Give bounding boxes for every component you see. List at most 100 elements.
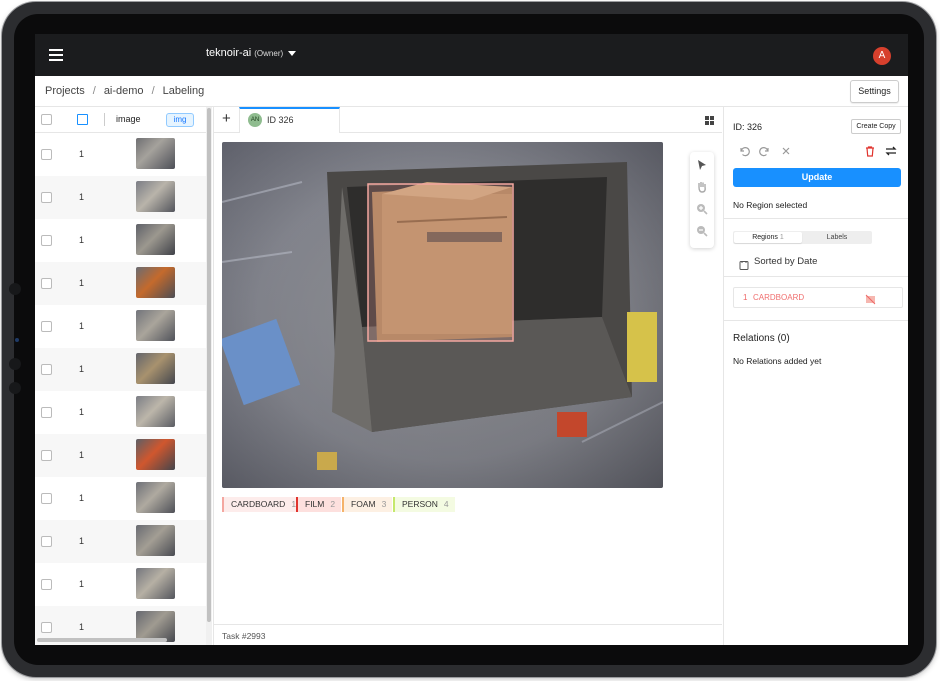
- label-name: CARDBOARD: [231, 499, 286, 509]
- row-checkbox[interactable]: [41, 536, 52, 547]
- row-value: 1: [79, 450, 85, 460]
- row-checkbox[interactable]: [41, 364, 52, 375]
- vertical-scrollbar[interactable]: [206, 107, 212, 645]
- table-row[interactable]: 1: [35, 434, 206, 477]
- table-row[interactable]: 1: [35, 133, 206, 176]
- row-value: 1: [79, 622, 85, 632]
- org-name: teknoir-ai: [206, 47, 252, 59]
- image-toolbar: [690, 152, 714, 248]
- row-thumbnail: [136, 181, 175, 212]
- horizontal-scrollbar-thumb[interactable]: [37, 638, 167, 642]
- update-button[interactable]: Update: [733, 168, 901, 187]
- settings-button[interactable]: Settings: [850, 80, 899, 103]
- device-side-button: [9, 358, 21, 370]
- table-row[interactable]: 1: [35, 219, 206, 262]
- zoom-out-icon[interactable]: [696, 224, 708, 237]
- select-all-checkbox[interactable]: [41, 114, 52, 125]
- label-hotkey: 2: [330, 499, 336, 509]
- tab-regions[interactable]: Regions 1: [734, 232, 802, 243]
- row-value: 1: [79, 579, 85, 589]
- device-side-button: [9, 283, 21, 295]
- row-value: 1: [79, 235, 85, 245]
- vertical-scrollbar-thumb[interactable]: [207, 108, 211, 622]
- row-checkbox[interactable]: [41, 450, 52, 461]
- pan-hand-icon[interactable]: [696, 180, 708, 193]
- undo-icon[interactable]: [738, 144, 750, 157]
- breadcrumb-projects[interactable]: Projects: [45, 85, 85, 97]
- grid-view-icon[interactable]: [705, 116, 714, 125]
- swap-icon[interactable]: [885, 144, 897, 156]
- breadcrumb: Projects / ai-demo / Labeling: [45, 85, 204, 97]
- regions-labels-toggle: Regions 1 Labels: [733, 231, 872, 244]
- row-value: 1: [79, 536, 85, 546]
- hamburger-menu-icon[interactable]: [49, 49, 63, 61]
- row-thumbnail: [136, 568, 175, 599]
- annotation-image[interactable]: [222, 142, 663, 488]
- fullscreen-icon[interactable]: [77, 114, 88, 125]
- column-header-image[interactable]: image: [116, 114, 141, 124]
- table-row[interactable]: 1: [35, 348, 206, 391]
- row-checkbox[interactable]: [41, 579, 52, 590]
- table-row[interactable]: 1: [35, 262, 206, 305]
- task-list-header: image img: [35, 107, 206, 133]
- table-row[interactable]: 1: [35, 563, 206, 606]
- breadcrumb-bar: Projects / ai-demo / Labeling Settings: [35, 76, 908, 107]
- sort-icon[interactable]: [739, 257, 749, 270]
- row-value: 1: [79, 493, 85, 503]
- row-value: 1: [79, 149, 85, 159]
- sort-label[interactable]: Sorted by Date: [754, 256, 817, 267]
- region-visibility-icon[interactable]: [865, 292, 876, 305]
- row-thumbnail: [136, 224, 175, 255]
- region-list-item[interactable]: 1 CARDBOARD: [733, 287, 903, 308]
- divider: [724, 320, 908, 321]
- tab-labels[interactable]: Labels: [803, 232, 871, 243]
- pointer-tool-icon[interactable]: [696, 158, 708, 170]
- region-index: 1: [743, 293, 748, 302]
- row-checkbox[interactable]: [41, 493, 52, 504]
- row-thumbnail: [136, 310, 175, 341]
- row-checkbox[interactable]: [41, 622, 52, 633]
- task-id: Task #2993: [222, 631, 266, 641]
- label-person[interactable]: PERSON 4: [393, 497, 455, 512]
- breadcrumb-project[interactable]: ai-demo: [104, 85, 144, 97]
- row-thumbnail: [136, 482, 175, 513]
- org-selector[interactable]: teknoir-ai (Owner): [206, 47, 297, 59]
- org-role: (Owner): [254, 49, 284, 58]
- side-panel: ID: 326 Create Copy Update No Region sel…: [723, 107, 908, 645]
- create-copy-button[interactable]: Create Copy: [851, 119, 901, 134]
- row-checkbox[interactable]: [41, 235, 52, 246]
- label-film[interactable]: FILM 2: [296, 497, 342, 512]
- table-row[interactable]: 1: [35, 520, 206, 563]
- row-checkbox[interactable]: [41, 149, 52, 160]
- label-cardboard[interactable]: CARDBOARD 1: [222, 497, 303, 512]
- device-camera: [15, 338, 19, 342]
- user-avatar[interactable]: A: [873, 47, 891, 65]
- label-hotkey: 3: [381, 499, 387, 509]
- row-thumbnail: [136, 396, 175, 427]
- tab-regions-count: 1: [779, 234, 784, 241]
- redo-icon[interactable]: [759, 144, 771, 157]
- breadcrumb-current: Labeling: [162, 85, 205, 97]
- tab-annotation[interactable]: AN ID 326: [239, 107, 340, 133]
- row-checkbox[interactable]: [41, 278, 52, 289]
- table-row[interactable]: 1: [35, 305, 206, 348]
- table-row[interactable]: 1: [35, 391, 206, 434]
- zoom-in-icon[interactable]: [696, 202, 708, 215]
- row-checkbox[interactable]: [41, 192, 52, 203]
- label-foam[interactable]: FOAM 3: [342, 497, 393, 512]
- row-checkbox[interactable]: [41, 407, 52, 418]
- table-row[interactable]: 1: [35, 176, 206, 219]
- column-divider: [104, 113, 105, 126]
- add-tab-button[interactable]: +: [222, 110, 231, 127]
- table-row[interactable]: 1: [35, 477, 206, 520]
- divider: [724, 218, 908, 219]
- tab-regions-label: Regions: [752, 234, 778, 241]
- region-label: CARDBOARD: [753, 293, 805, 302]
- divider: [724, 276, 908, 277]
- region-bounding-box[interactable]: [367, 183, 514, 342]
- close-icon[interactable]: [780, 144, 792, 156]
- delete-icon[interactable]: [864, 144, 876, 157]
- row-checkbox[interactable]: [41, 321, 52, 332]
- row-value: 1: [79, 321, 85, 331]
- camera-frame-image: [222, 142, 663, 488]
